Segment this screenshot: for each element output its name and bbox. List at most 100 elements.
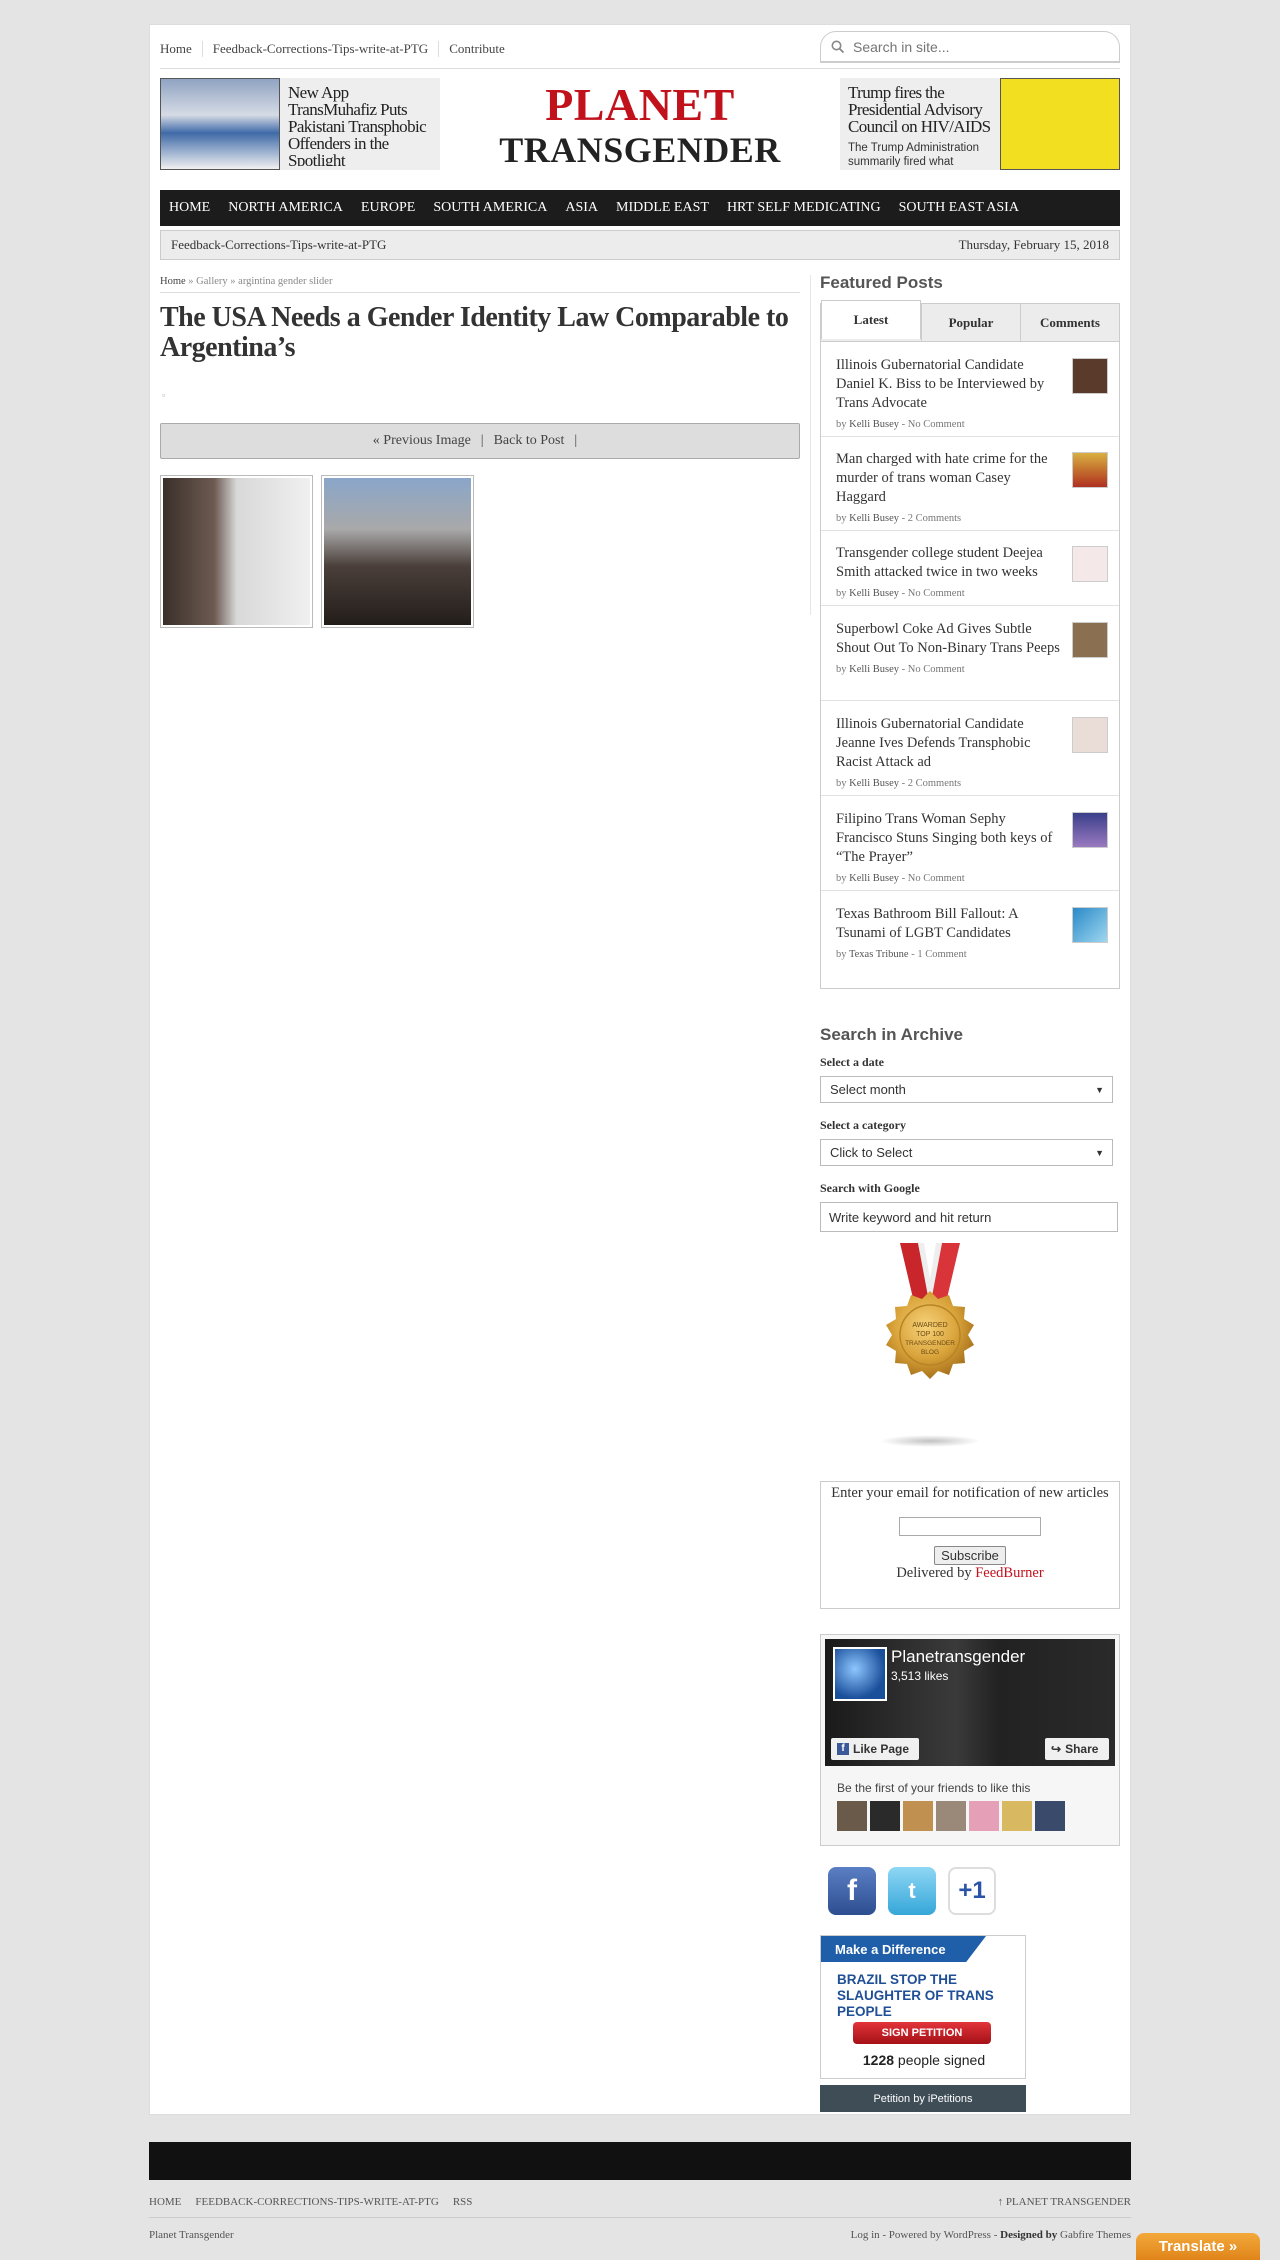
post-author[interactable]: Kelli Busey xyxy=(849,588,899,599)
promo-left-title[interactable]: New App TransMuhafiz Puts Pakistani Tran… xyxy=(288,84,436,166)
category-select[interactable]: Click to Select ▼ xyxy=(820,1139,1113,1166)
credits-author-link[interactable]: Gabfire Themes xyxy=(1060,2229,1131,2241)
list-item[interactable]: Filipino Trans Woman Sephy Francisco Stu… xyxy=(836,810,1108,884)
previous-image-link[interactable]: « Previous Image xyxy=(373,433,471,449)
footer-feedback-link[interactable]: FEEDBACK-CORRECTIONS-TIPS-WRITE-AT-PTG xyxy=(195,2196,438,2208)
petition-footer-link[interactable]: Petition by iPetitions xyxy=(820,2085,1026,2112)
topnav-feedback-link[interactable]: Feedback-Corrections-Tips-write-at-PTG xyxy=(201,41,438,57)
google-search-input[interactable]: Write keyword and hit return xyxy=(820,1202,1118,1232)
nav-south-america[interactable]: SOUTH AMERICA xyxy=(424,200,556,216)
tab-comments[interactable]: Comments xyxy=(1020,304,1119,341)
list-item[interactable]: Man charged with hate crime for the murd… xyxy=(836,450,1108,524)
credits-text[interactable]: Log in - Powered by WordPress - xyxy=(851,2229,998,2241)
archive-heading: Search in Archive xyxy=(820,1025,963,1044)
post-author[interactable]: Kelli Busey xyxy=(849,419,899,430)
nav-hrt-self-medicating[interactable]: HRT SELF MEDICATING xyxy=(718,200,890,216)
post-comments[interactable]: 2 Comments xyxy=(908,513,961,524)
nav-middle-east[interactable]: MIDDLE EAST xyxy=(607,200,718,216)
topnav-home-link[interactable]: Home xyxy=(160,41,202,57)
post-author[interactable]: Kelli Busey xyxy=(849,873,899,884)
post-comments[interactable]: No Comment xyxy=(908,588,965,599)
list-item[interactable]: Illinois Gubernatorial Candidate Daniel … xyxy=(836,356,1108,430)
post-title-link[interactable]: Texas Bathroom Bill Fallout: A Tsunami o… xyxy=(836,905,1061,943)
post-title-link[interactable]: Transgender college student Deejea Smith… xyxy=(836,544,1061,582)
list-item[interactable]: Superbowl Coke Ad Gives Subtle Shout Out… xyxy=(836,620,1108,675)
post-comments[interactable]: No Comment xyxy=(908,664,965,675)
post-author[interactable]: Kelli Busey xyxy=(849,664,899,675)
subscribe-button[interactable]: Subscribe xyxy=(934,1546,1006,1565)
promo-right-title[interactable]: Trump fires the Presidential Advisory Co… xyxy=(848,84,998,135)
avatar[interactable] xyxy=(870,1801,900,1831)
post-comments[interactable]: No Comment xyxy=(908,873,965,884)
translate-button[interactable]: Translate » xyxy=(1136,2233,1260,2260)
facebook-like-button[interactable]: f Like Page xyxy=(831,1738,919,1760)
post-comments[interactable]: 2 Comments xyxy=(908,778,961,789)
nav-home[interactable]: HOME xyxy=(160,200,219,216)
post-author[interactable]: Kelli Busey xyxy=(849,778,899,789)
avatar[interactable] xyxy=(1002,1801,1032,1831)
sign-petition-button[interactable]: SIGN PETITION xyxy=(853,2022,991,2044)
gallery-thumbnail[interactable] xyxy=(321,475,474,628)
promo-left-image[interactable] xyxy=(160,78,280,170)
post-title-link[interactable]: Man charged with hate crime for the murd… xyxy=(836,450,1061,507)
post-title-link[interactable]: Illinois Gubernatorial Candidate Jeanne … xyxy=(836,715,1061,772)
post-thumbnail[interactable] xyxy=(1072,717,1108,753)
post-thumbnail[interactable] xyxy=(1072,452,1108,488)
avatar[interactable] xyxy=(936,1801,966,1831)
promo-right-image[interactable] xyxy=(1000,78,1120,170)
facebook-share-button[interactable]: ↪ Share xyxy=(1045,1738,1109,1760)
breadcrumb-home[interactable]: Home xyxy=(160,276,186,287)
facebook-icon[interactable]: f xyxy=(828,1867,876,1915)
post-title-link[interactable]: Superbowl Coke Ad Gives Subtle Shout Out… xyxy=(836,620,1061,658)
search-input[interactable] xyxy=(853,38,1093,55)
facebook-cover-image[interactable]: Planetransgender 3,513 likes f Like Page … xyxy=(825,1639,1115,1766)
post-title-link[interactable]: Illinois Gubernatorial Candidate Daniel … xyxy=(836,356,1061,413)
facebook-friends-text: Be the first of your friends to like thi… xyxy=(837,1781,1031,1795)
post-author[interactable]: Texas Tribune xyxy=(849,949,909,960)
gallery-thumbnail[interactable] xyxy=(160,475,313,628)
tab-popular[interactable]: Popular xyxy=(921,304,1020,341)
list-item[interactable]: Texas Bathroom Bill Fallout: A Tsunami o… xyxy=(836,905,1108,960)
search-icon[interactable] xyxy=(831,40,845,54)
post-thumbnail[interactable] xyxy=(1072,907,1108,943)
nav-europe[interactable]: EUROPE xyxy=(352,200,424,216)
footer-site-name[interactable]: Planet Transgender xyxy=(149,2229,234,2241)
nav-north-america[interactable]: NORTH AMERICA xyxy=(219,200,352,216)
post-comments[interactable]: No Comment xyxy=(908,419,965,430)
google-plus-icon[interactable]: +1 xyxy=(948,1867,996,1915)
post-author[interactable]: Kelli Busey xyxy=(849,513,899,524)
feedburner-link[interactable]: FeedBurner xyxy=(975,1565,1043,1581)
facebook-page-name[interactable]: Planetransgender xyxy=(891,1647,1025,1667)
post-comments[interactable]: 1 Comment xyxy=(917,949,966,960)
post-thumbnail[interactable] xyxy=(1072,812,1108,848)
month-select[interactable]: Select month ▼ xyxy=(820,1076,1113,1103)
back-to-top-link[interactable]: ↑ PLANET TRANSGENDER xyxy=(998,2196,1131,2208)
avatar[interactable] xyxy=(837,1801,867,1831)
facebook-page-avatar[interactable] xyxy=(833,1647,887,1701)
site-logo[interactable]: PLANET TRANSGENDER xyxy=(450,80,830,171)
list-item[interactable]: Illinois Gubernatorial Candidate Jeanne … xyxy=(836,715,1108,789)
post-title-link[interactable]: Filipino Trans Woman Sephy Francisco Stu… xyxy=(836,810,1061,867)
post-thumbnail[interactable] xyxy=(1072,546,1108,582)
petition-title[interactable]: BRAZIL STOP THE SLAUGHTER OF TRANS PEOPL… xyxy=(837,1972,1017,2020)
twitter-icon[interactable]: t xyxy=(888,1867,936,1915)
avatar[interactable] xyxy=(1035,1801,1065,1831)
avatar[interactable] xyxy=(903,1801,933,1831)
email-field[interactable] xyxy=(899,1517,1041,1536)
award-medal-icon[interactable]: AWARDED TOP 100 TRANSGENDER BLOG xyxy=(860,1243,1000,1453)
tab-latest[interactable]: Latest xyxy=(821,300,921,339)
avatar[interactable] xyxy=(969,1801,999,1831)
subbar-feedback-link[interactable]: Feedback-Corrections-Tips-write-at-PTG xyxy=(171,237,386,253)
topnav-contribute-link[interactable]: Contribute xyxy=(438,41,515,57)
post-thumbnail[interactable] xyxy=(1072,358,1108,394)
featured-promo-right[interactable]: Trump fires the Presidential Advisory Co… xyxy=(840,78,1120,170)
nav-south-east-asia[interactable]: SOUTH EAST ASIA xyxy=(890,200,1028,216)
footer-home-link[interactable]: HOME xyxy=(149,2196,181,2208)
footer-rss-link[interactable]: RSS xyxy=(453,2196,473,2208)
list-item[interactable]: Transgender college student Deejea Smith… xyxy=(836,544,1108,599)
back-to-post-link[interactable]: Back to Post xyxy=(494,433,565,449)
nav-asia[interactable]: ASIA xyxy=(556,200,607,216)
post-thumbnail[interactable] xyxy=(1072,622,1108,658)
featured-promo-left[interactable]: New App TransMuhafiz Puts Pakistani Tran… xyxy=(160,78,440,170)
breadcrumb-gallery[interactable]: Gallery xyxy=(196,276,228,287)
